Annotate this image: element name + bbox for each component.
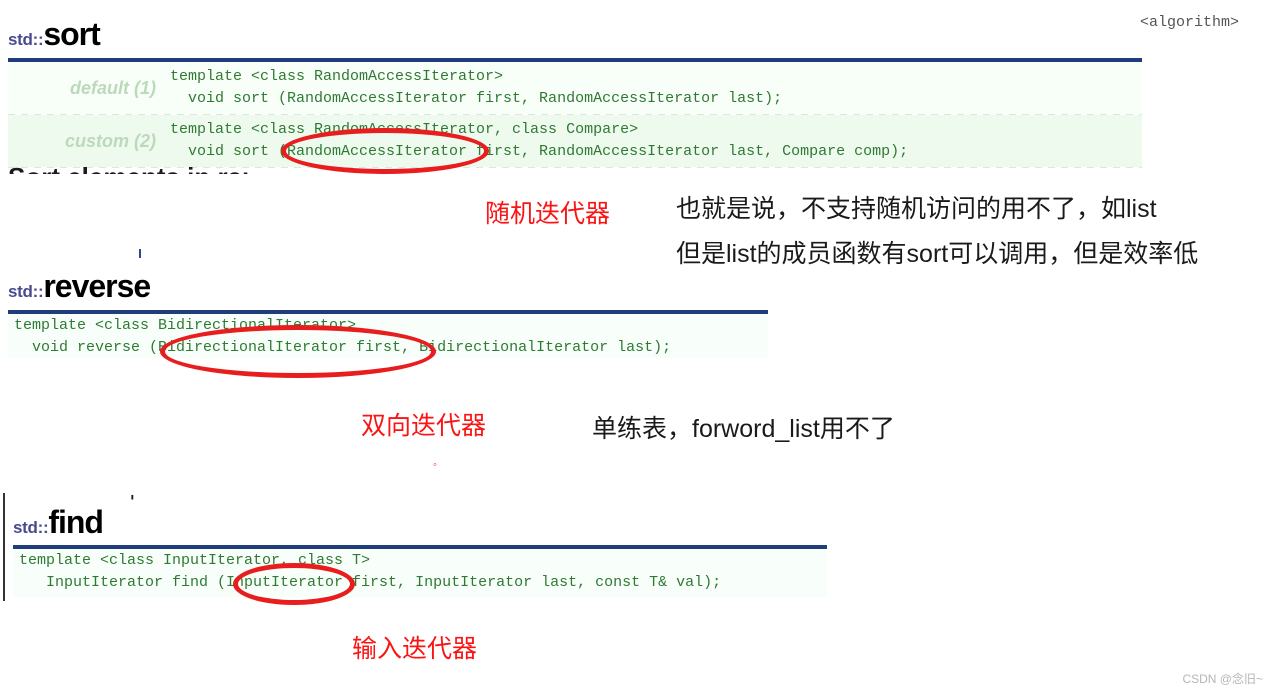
header-include-label: <algorithm> (1140, 14, 1240, 31)
highlight-ellipse-bidirectional-iterator (160, 325, 436, 378)
prototype-label-custom: custom (2) (64, 130, 156, 151)
reverse-namespace-label: std:: (8, 282, 44, 301)
find-code-block: template <class InputIterator, class T> … (13, 549, 827, 597)
page-title-find: std::find (13, 504, 104, 540)
table-row: custom (2) template <class RandomAccessI… (8, 115, 1142, 167)
sort-namespace-label: std:: (8, 30, 44, 49)
sort-subheading-clipped: Sort elements in range (8, 162, 248, 174)
highlight-ellipse-random-access-iterator (281, 128, 489, 174)
annotation-random-iterator: 随机迭代器 (485, 200, 611, 228)
sort-function-label: sort (43, 16, 100, 52)
find-function-label: find (48, 504, 104, 540)
stray-dot-artifact: ◦ (433, 459, 437, 471)
stray-mark-artifact-1 (139, 249, 141, 258)
table-row: default (1) template <class RandomAccess… (8, 62, 1142, 114)
find-section-left-bar (3, 493, 5, 601)
prototype-code-default-line2: void sort (RandomAccessIterator first, R… (170, 90, 783, 107)
page-title-reverse: std::reverse (8, 268, 151, 304)
reverse-function-label: reverse (43, 268, 151, 304)
highlight-ellipse-input-iterator (233, 563, 355, 605)
page-title-sort: std::sort (8, 16, 101, 52)
find-clipped-artifact: ˈ (128, 490, 142, 502)
annotation-sort-note-line2: 但是list的成员函数有sort可以调用，但是效率低 (676, 240, 1199, 268)
prototype-code-default-line1: template <class RandomAccessIterator> (170, 68, 504, 85)
annotation-input-iterator: 输入迭代器 (352, 635, 478, 663)
sort-prototype-table: default (1) template <class RandomAccess… (8, 58, 1142, 168)
prototype-code-default: template <class RandomAccessIterator> vo… (170, 62, 1142, 114)
prototype-label-default: default (1) (69, 77, 156, 98)
find-namespace-label: std:: (13, 518, 49, 537)
annotation-sort-note-line1: 也就是说，不支持随机访问的用不了，如list (676, 195, 1157, 223)
annotation-reverse-note: 单练表，forword_list用不了 (592, 415, 895, 443)
annotation-bidirectional-iterator: 双向迭代器 (361, 412, 487, 440)
csdn-watermark: CSDN @念旧~ (1182, 672, 1263, 686)
